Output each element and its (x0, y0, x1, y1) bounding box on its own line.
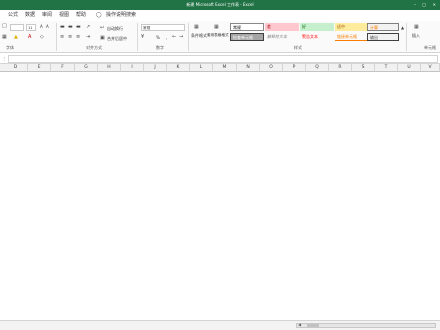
title-bar: 新建 Microsoft Excel 工作表 - Excel – □ ✕ (0, 0, 440, 10)
alignment-group-label: 对齐方式 (86, 45, 102, 50)
close-icon[interactable]: ✕ (433, 0, 436, 10)
style-output[interactable]: 输出 (367, 33, 399, 41)
conditional-format-icon: ▦ (194, 24, 199, 30)
insert-icon: ▦ (414, 24, 419, 30)
font-decrease-button[interactable]: A (46, 24, 49, 29)
column-header[interactable]: F (51, 64, 75, 72)
orientation-icon[interactable]: ↗ (86, 24, 90, 30)
decrease-decimal-icon[interactable]: → (179, 34, 183, 40)
align-bottom-icon[interactable]: ▬ (76, 24, 81, 30)
merge-icon: ▣ (100, 35, 105, 41)
wrap-text-icon: ↩ (100, 25, 105, 31)
ribbon-separator (406, 23, 407, 51)
column-header[interactable]: D (4, 64, 28, 72)
style-linked-cell[interactable]: 链接单元格 (335, 33, 369, 41)
align-center-icon[interactable]: ≡ (68, 34, 72, 40)
formula-bar: ⋮ (0, 54, 440, 64)
style-warning[interactable]: 警告文本 (300, 33, 334, 41)
style-explanatory[interactable]: 解释性文本 (265, 33, 299, 41)
paste-icon[interactable]: □ (2, 23, 7, 29)
column-header[interactable]: R (329, 64, 352, 72)
cells-group-label: 单元格 (424, 45, 436, 50)
style-calculation[interactable]: 计算 (367, 23, 399, 31)
merge-center-button[interactable]: 合并后居中 (107, 36, 127, 42)
ribbon-separator (137, 23, 138, 51)
style-neutral[interactable]: 适中 (335, 23, 369, 31)
ribbon-separator (56, 23, 57, 51)
status-bar: ◀ (0, 320, 440, 330)
column-header[interactable]: H (98, 64, 121, 72)
column-header[interactable]: J (144, 64, 167, 72)
align-middle-icon[interactable]: ▬ (68, 24, 73, 30)
column-header[interactable]: T (375, 64, 398, 72)
menu-data[interactable]: 数据 (25, 10, 35, 21)
lightbulb-icon: ◯ (96, 12, 102, 18)
column-header[interactable]: Q (306, 64, 329, 72)
insert-button[interactable]: 插入 (412, 33, 420, 39)
horizontal-scrollbar[interactable]: ◀ (296, 322, 436, 328)
scroll-left-icon[interactable]: ◀ (298, 322, 301, 327)
menu-help[interactable]: 帮助 (76, 10, 86, 21)
style-bad[interactable]: 差 (265, 23, 299, 31)
scroll-thumb[interactable] (307, 324, 319, 327)
column-header[interactable]: S (352, 64, 375, 72)
currency-icon[interactable]: ¥ (141, 34, 144, 40)
align-left-icon[interactable]: ≡ (60, 34, 64, 40)
column-header[interactable]: V (421, 64, 440, 72)
number-format-select[interactable]: 常规 (141, 24, 185, 31)
font-color-icon[interactable]: A (28, 34, 31, 40)
percent-button[interactable]: % (156, 35, 160, 40)
indent-icon[interactable]: ⇥ (86, 34, 90, 40)
column-header[interactable]: E (28, 64, 51, 72)
menu-review[interactable]: 审阅 (42, 10, 52, 21)
fill-color-icon[interactable]: ▲ (14, 34, 18, 40)
font-name-box[interactable] (10, 24, 24, 31)
style-good[interactable]: 好 (300, 23, 334, 31)
align-right-icon[interactable]: ≡ (76, 34, 80, 40)
menu-bar: 公式 数据 审阅 视图 帮助 ◯ 操作说明搜索 (0, 10, 440, 21)
ribbon-separator (188, 23, 189, 51)
conditional-format-button[interactable]: 条件格式 (191, 33, 207, 39)
clear-format-icon[interactable]: ◇ (40, 34, 44, 40)
table-format-button[interactable]: 套用表格格式 (207, 33, 229, 38)
number-group-label: 数字 (156, 45, 164, 50)
table-format-icon: ▦ (214, 24, 219, 30)
border-icon[interactable]: ▦ (2, 34, 7, 40)
worksheet-grid[interactable]: D E F G H I J K L M N O P Q R S T U V (0, 64, 440, 320)
formula-input[interactable] (8, 55, 438, 63)
tell-me-search[interactable]: 操作说明搜索 (106, 10, 136, 21)
font-size-box[interactable]: 11 (26, 24, 36, 31)
comma-button[interactable]: , (166, 35, 167, 40)
window-title: 新建 Microsoft Excel 工作表 - Excel (186, 2, 254, 7)
column-header[interactable]: K (167, 64, 190, 72)
column-header[interactable]: O (260, 64, 283, 72)
maximize-icon[interactable]: □ (422, 0, 426, 10)
column-header[interactable]: I (121, 64, 144, 72)
column-header[interactable]: M (213, 64, 237, 72)
style-normal[interactable]: 常规 (230, 23, 264, 31)
menu-formulas[interactable]: 公式 (8, 10, 18, 21)
expand-icon[interactable]: ⋮ (2, 56, 6, 61)
column-header[interactable]: L (190, 64, 213, 72)
font-group-label: 字体 (6, 45, 14, 50)
column-header[interactable]: G (75, 64, 98, 72)
font-increase-button[interactable]: A (40, 24, 43, 29)
align-top-icon[interactable]: ▬ (60, 24, 65, 30)
column-header[interactable]: P (283, 64, 306, 72)
increase-decimal-icon[interactable]: ← (172, 34, 176, 40)
column-header[interactable]: N (237, 64, 260, 72)
wrap-text-button[interactable]: 自动换行 (107, 26, 123, 32)
ribbon: □ 11 A A ▦ ▲ A ◇ 字体 ▬ ▬ ▬ ↗ ↩ 自动换行 ≡ ≡ ≡… (0, 21, 440, 53)
column-header[interactable]: U (398, 64, 421, 72)
styles-group-label: 样式 (294, 45, 302, 50)
style-check-cell[interactable]: 检查单元格 (230, 33, 264, 41)
menu-view[interactable]: 视图 (59, 10, 69, 21)
styles-scroll-icon[interactable]: ▲ (401, 25, 404, 30)
minimize-icon[interactable]: – (414, 0, 416, 10)
